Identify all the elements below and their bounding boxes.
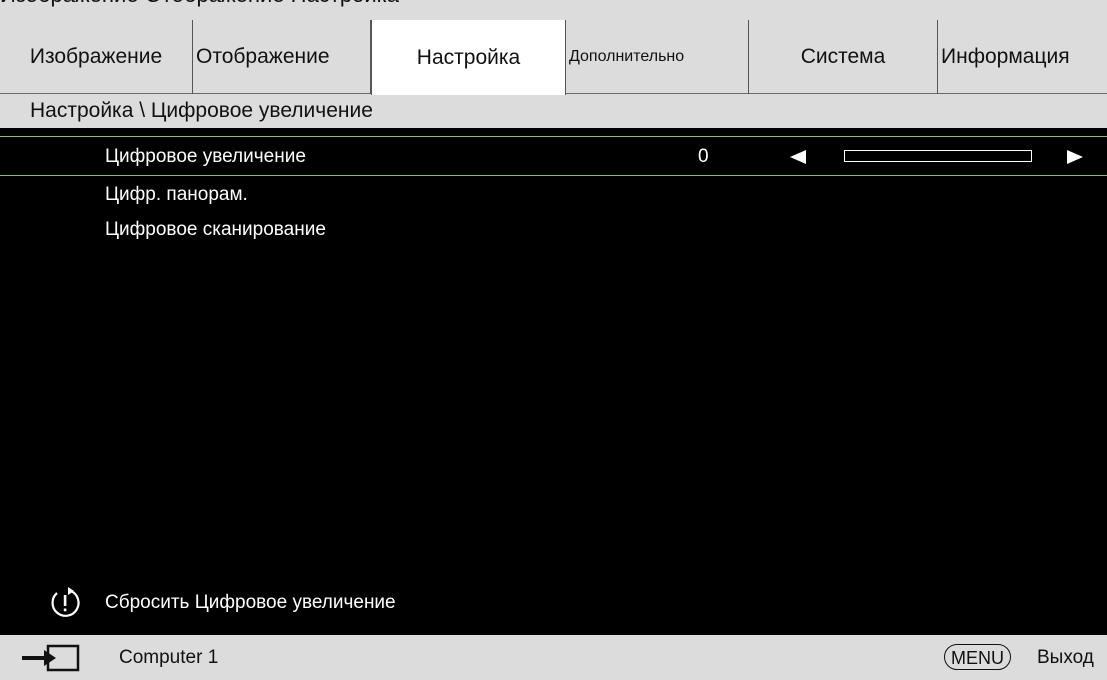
reset-icon <box>51 587 80 617</box>
tab-system[interactable]: Система <box>749 20 938 94</box>
menu-item-digital-zoom[interactable]: Цифровое увеличение 0 <box>0 136 1107 176</box>
top-strip-text: Изображение Отображение Настройка <box>0 0 399 8</box>
tab-bar: Изображение Отображение Настройка Дополн… <box>0 20 1107 95</box>
breadcrumb: Настройка \ Цифровое увеличение <box>0 94 1107 128</box>
tab-display[interactable]: Отображение <box>193 20 371 94</box>
menu-item-digital-scan[interactable]: Цифровое сканирование <box>0 210 1107 250</box>
menu-item-label: Цифр. панорам. <box>105 184 248 205</box>
status-footer: Computer 1 MENU Выход <box>0 635 1107 680</box>
tab-information[interactable]: Информация <box>938 20 1107 94</box>
top-strip: Изображение Отображение Настройка <box>0 0 1107 20</box>
reset-label: Сбросить Цифровое увеличение <box>105 592 396 613</box>
menu-item-reset[interactable]: Сбросить Цифровое увеличение <box>0 580 1107 626</box>
arrow-right-icon[interactable] <box>1067 150 1083 164</box>
tab-image[interactable]: Изображение <box>0 20 193 94</box>
arrow-left-icon[interactable] <box>790 150 806 164</box>
tab-advanced[interactable]: Дополнительно <box>566 20 749 94</box>
exit-label: Выход <box>1037 647 1094 668</box>
input-source-icon <box>22 644 80 672</box>
current-source: Computer 1 <box>119 647 219 668</box>
digital-zoom-slider[interactable] <box>844 150 1032 162</box>
menu-item-label: Цифровое увеличение <box>105 146 306 167</box>
digital-zoom-value: 0 <box>698 146 709 167</box>
menu-item-label: Цифровое сканирование <box>105 219 326 240</box>
tab-setup[interactable]: Настройка <box>371 20 566 95</box>
menu-panel: Цифровое увеличение 0 Цифр. панорам. Циф… <box>0 128 1107 635</box>
menu-key-badge: MENU <box>944 644 1011 670</box>
menu-item-digital-pan[interactable]: Цифр. панорам. <box>0 175 1107 215</box>
